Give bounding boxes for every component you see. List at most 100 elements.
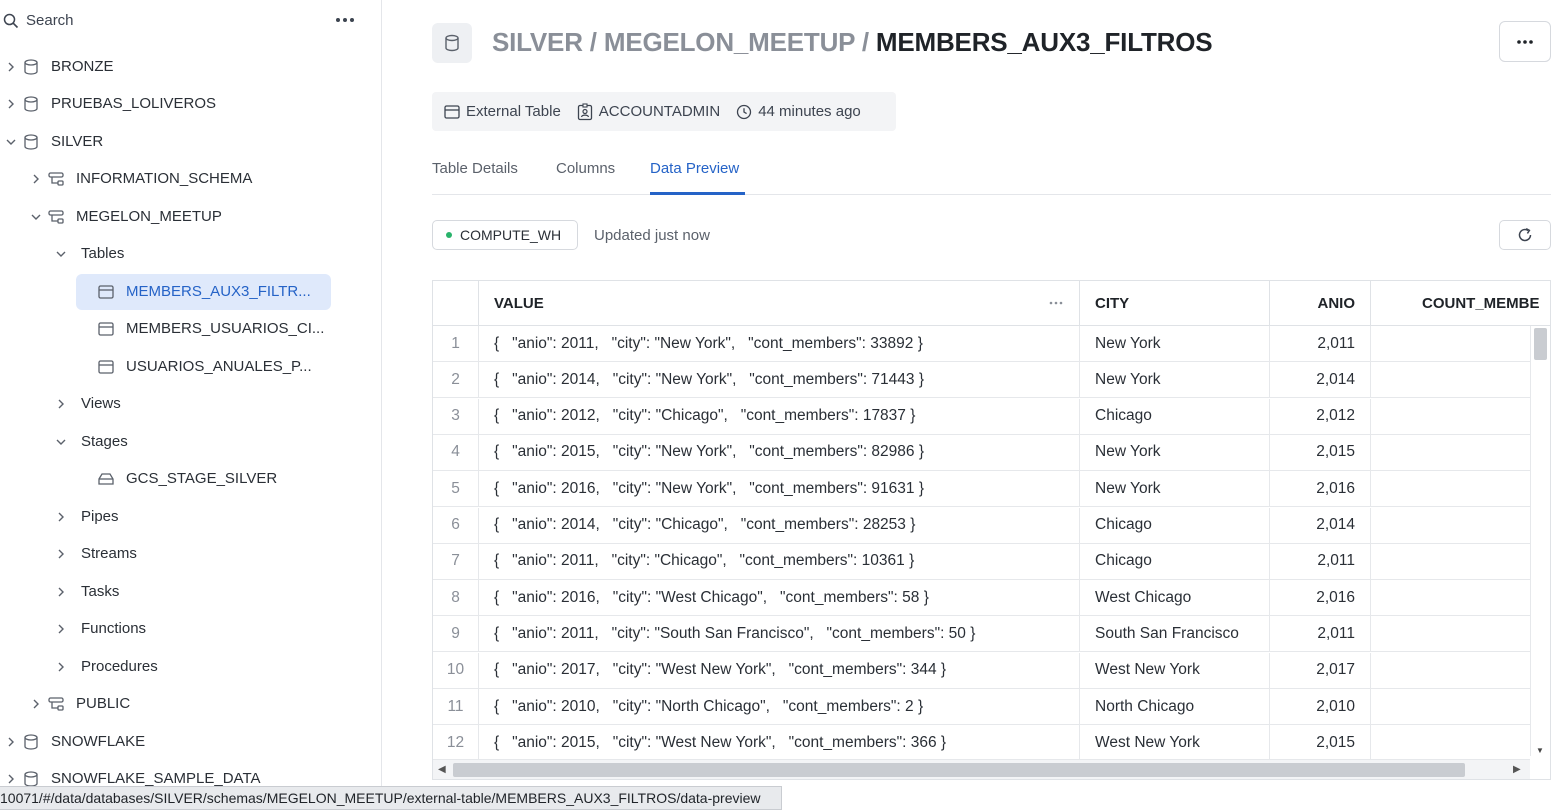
chevron-down-icon[interactable] (55, 436, 67, 448)
cell-anio[interactable]: 2,011 (1270, 326, 1371, 361)
cell-city[interactable]: New York (1080, 362, 1270, 398)
chevron-right-icon[interactable] (55, 586, 67, 598)
sidebar-tree-item[interactable]: Functions (0, 612, 381, 646)
horizontal-scrollbar[interactable]: ◀ ▶ (433, 759, 1530, 779)
chevron-right-icon[interactable] (55, 661, 67, 673)
chevron-right-icon[interactable] (55, 548, 67, 560)
cell-count-members[interactable] (1371, 580, 1530, 615)
cell-city[interactable]: West Chicago (1080, 580, 1270, 616)
cell-value[interactable]: { "anio": 2015, "city": "New York", "con… (479, 434, 1080, 470)
cell-city[interactable]: Chicago (1080, 543, 1270, 579)
cell-anio[interactable]: 2,014 (1270, 362, 1371, 398)
cell-value[interactable]: { "anio": 2011, "city": "Chicago", "cont… (479, 543, 1080, 579)
sidebar-tree-item[interactable]: BRONZE (0, 50, 381, 84)
scroll-left-arrow-icon[interactable]: ◀ (438, 764, 446, 775)
table-row[interactable]: 9{ "anio": 2011, "city": "South San Fran… (433, 616, 1530, 653)
cell-anio[interactable]: 2,016 (1270, 471, 1371, 507)
cell-anio[interactable]: 2,011 (1270, 543, 1371, 579)
cell-count-members[interactable] (1371, 725, 1530, 760)
cell-count-members[interactable] (1371, 362, 1530, 397)
breadcrumb-schema[interactable]: MEGELON_MEETUP (604, 27, 855, 57)
column-header-count-members[interactable]: COUNT_MEMBE (1371, 281, 1550, 325)
cell-anio[interactable]: 2,015 (1270, 725, 1371, 761)
cell-anio[interactable]: 2,012 (1270, 398, 1371, 434)
cell-count-members[interactable] (1371, 689, 1530, 724)
cell-value[interactable]: { "anio": 2014, "city": "Chicago", "cont… (479, 507, 1080, 543)
sidebar-more-button[interactable] (333, 9, 357, 31)
chevron-right-icon[interactable] (55, 511, 67, 523)
cell-value[interactable]: { "anio": 2010, "city": "North Chicago",… (479, 689, 1080, 724)
cell-anio[interactable]: 2,011 (1270, 616, 1371, 652)
scroll-right-arrow-icon[interactable]: ▶ (1513, 764, 1521, 775)
sidebar-tree-item[interactable]: Procedures (0, 650, 381, 684)
sidebar-tree-item[interactable]: Views (0, 387, 381, 421)
column-header-anio[interactable]: ANIO (1270, 281, 1371, 325)
vertical-scroll-thumb[interactable] (1534, 328, 1547, 360)
cell-count-members[interactable] (1371, 616, 1530, 651)
cell-city[interactable]: South San Francisco (1080, 616, 1270, 652)
scroll-down-arrow-icon[interactable]: ▼ (1536, 746, 1544, 755)
cell-count-members[interactable] (1371, 471, 1530, 506)
tab-table-details[interactable]: Table Details (432, 160, 518, 177)
chevron-right-icon[interactable] (30, 173, 42, 185)
breadcrumb-database[interactable]: SILVER (492, 27, 583, 57)
table-row[interactable]: 12{ "anio": 2015, "city": "West New York… (433, 725, 1530, 762)
cell-city[interactable]: Chicago (1080, 507, 1270, 543)
chevron-right-icon[interactable] (30, 698, 42, 710)
cell-value[interactable]: { "anio": 2011, "city": "New York", "con… (479, 326, 1080, 361)
sidebar-tree-item[interactable]: Streams (0, 537, 381, 571)
cell-count-members[interactable] (1371, 508, 1530, 543)
table-row[interactable]: 8{ "anio": 2016, "city": "West Chicago",… (433, 580, 1530, 617)
cell-anio[interactable]: 2,010 (1270, 689, 1371, 724)
cell-value[interactable]: { "anio": 2011, "city": "South San Franc… (479, 616, 1080, 652)
chevron-down-icon[interactable] (55, 248, 67, 260)
cell-anio[interactable]: 2,015 (1270, 434, 1371, 470)
sidebar-tree-item[interactable]: Pipes (0, 500, 381, 534)
cell-count-members[interactable] (1371, 544, 1530, 579)
tab-data-preview[interactable]: Data Preview (650, 160, 739, 177)
sidebar-tree-item[interactable]: Tables (0, 237, 381, 271)
cell-anio[interactable]: 2,016 (1270, 580, 1371, 616)
cell-city[interactable]: West New York (1080, 725, 1270, 761)
tab-columns[interactable]: Columns (556, 160, 615, 177)
chevron-right-icon[interactable] (55, 398, 67, 410)
cell-count-members[interactable] (1371, 435, 1530, 470)
sidebar-tree-item[interactable]: PRUEBAS_LOLIVEROS (0, 87, 381, 121)
table-row[interactable]: 11{ "anio": 2010, "city": "North Chicago… (433, 689, 1530, 725)
sidebar-tree-item[interactable]: SILVER (0, 125, 381, 159)
sidebar-tree-item[interactable]: INFORMATION_SCHEMA (0, 162, 381, 196)
cell-city[interactable]: New York (1080, 326, 1270, 361)
table-row[interactable]: 10{ "anio": 2017, "city": "West New York… (433, 652, 1530, 689)
warehouse-selector[interactable]: COMPUTE_WH (432, 220, 578, 250)
table-row[interactable]: 5{ "anio": 2016, "city": "New York", "co… (433, 471, 1530, 508)
chevron-right-icon[interactable] (5, 98, 17, 110)
sidebar-tree-item[interactable]: Tasks (0, 575, 381, 609)
cell-value[interactable]: { "anio": 2016, "city": "New York", "con… (479, 471, 1080, 507)
chevron-right-icon[interactable] (5, 61, 17, 73)
column-header-city[interactable]: CITY (1080, 281, 1270, 325)
refresh-button[interactable] (1499, 220, 1551, 250)
cell-count-members[interactable] (1371, 399, 1530, 434)
cell-count-members[interactable] (1371, 653, 1530, 688)
table-actions-button[interactable] (1499, 21, 1551, 62)
cell-city[interactable]: Chicago (1080, 398, 1270, 434)
sidebar-tree-item[interactable]: MEMBERS_USUARIOS_CI... (0, 312, 381, 346)
cell-city[interactable]: New York (1080, 471, 1270, 507)
vertical-scrollbar[interactable]: ▼ (1530, 326, 1550, 756)
table-row[interactable]: 7{ "anio": 2011, "city": "Chicago", "con… (433, 543, 1530, 580)
sidebar-tree-item[interactable]: Stages (0, 425, 381, 459)
sidebar-tree-item[interactable]: USUARIOS_ANUALES_P... (0, 350, 381, 384)
sidebar-tree-item[interactable]: MEMBERS_AUX3_FILTR... (0, 274, 381, 310)
chevron-right-icon[interactable] (5, 736, 17, 748)
column-header-value[interactable]: VALUE (479, 281, 1080, 325)
chevron-down-icon[interactable] (5, 136, 17, 148)
cell-value[interactable]: { "anio": 2016, "city": "West Chicago", … (479, 580, 1080, 616)
cell-value[interactable]: { "anio": 2014, "city": "New York", "con… (479, 362, 1080, 398)
cell-value[interactable]: { "anio": 2012, "city": "Chicago", "cont… (479, 398, 1080, 434)
cell-city[interactable]: North Chicago (1080, 689, 1270, 724)
table-row[interactable]: 2{ "anio": 2014, "city": "New York", "co… (433, 362, 1530, 399)
table-row[interactable]: 3{ "anio": 2012, "city": "Chicago", "con… (433, 398, 1530, 435)
cell-count-members[interactable] (1371, 326, 1530, 361)
cell-value[interactable]: { "anio": 2017, "city": "West New York",… (479, 652, 1080, 688)
table-row[interactable]: 4{ "anio": 2015, "city": "New York", "co… (433, 434, 1530, 471)
